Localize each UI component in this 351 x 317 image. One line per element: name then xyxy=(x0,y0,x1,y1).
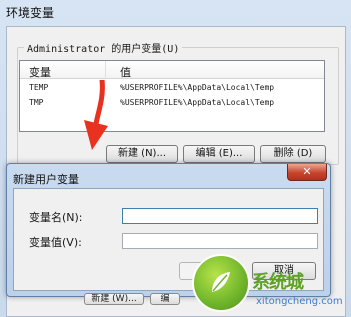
variable-name-field[interactable] xyxy=(122,208,318,224)
column-header-value[interactable]: 值 xyxy=(120,64,131,80)
window-titlebar: 环境变量 xyxy=(0,0,351,24)
window-title: 环境变量 xyxy=(6,6,55,20)
variable-value: %USERPROFILE%\AppData\Local\Temp xyxy=(120,83,275,92)
system-new-button[interactable]: 新建 (W)... xyxy=(84,293,144,305)
column-divider[interactable] xyxy=(105,61,106,79)
delete-button[interactable]: 删除 (D) xyxy=(260,145,326,163)
red-arrow-annotation xyxy=(84,80,108,150)
close-icon: ✕ xyxy=(302,165,312,178)
user-variables-list[interactable]: 变量 值 TEMP %USERPROFILE%\AppData\Local\Te… xyxy=(19,60,325,132)
variable-value-label: 变量值(V): xyxy=(29,236,82,249)
table-row[interactable]: TMP %USERPROFILE%\AppData\Local\Temp xyxy=(20,98,324,111)
variable-name: TMP xyxy=(29,98,44,107)
system-edit-button[interactable]: 编 xyxy=(150,293,180,305)
variable-name: TEMP xyxy=(29,83,49,92)
variable-value-field[interactable] xyxy=(122,233,318,249)
list-header: 变量 值 xyxy=(20,61,324,79)
close-button[interactable]: ✕ xyxy=(287,164,327,181)
environment-variables-window: 环境变量 Administrator 的用户变量(U) 变量 值 TEMP %U… xyxy=(0,0,351,317)
variable-name-label: 变量名(N): xyxy=(29,211,83,224)
watermark-url: xitongcheng.com xyxy=(256,296,343,307)
edit-button[interactable]: 编辑 (E)... xyxy=(183,145,255,163)
watermark-text: 系统城 xyxy=(252,272,304,293)
dialog-title: 新建用户变量 xyxy=(13,173,79,186)
variable-value: %USERPROFILE%\AppData\Local\Temp xyxy=(120,98,275,107)
user-variables-label: Administrator 的用户变量(U) xyxy=(24,40,183,55)
leaf-icon xyxy=(212,272,230,292)
table-row[interactable]: TEMP %USERPROFILE%\AppData\Local\Temp xyxy=(20,83,324,96)
column-header-variable[interactable]: 变量 xyxy=(29,64,51,80)
